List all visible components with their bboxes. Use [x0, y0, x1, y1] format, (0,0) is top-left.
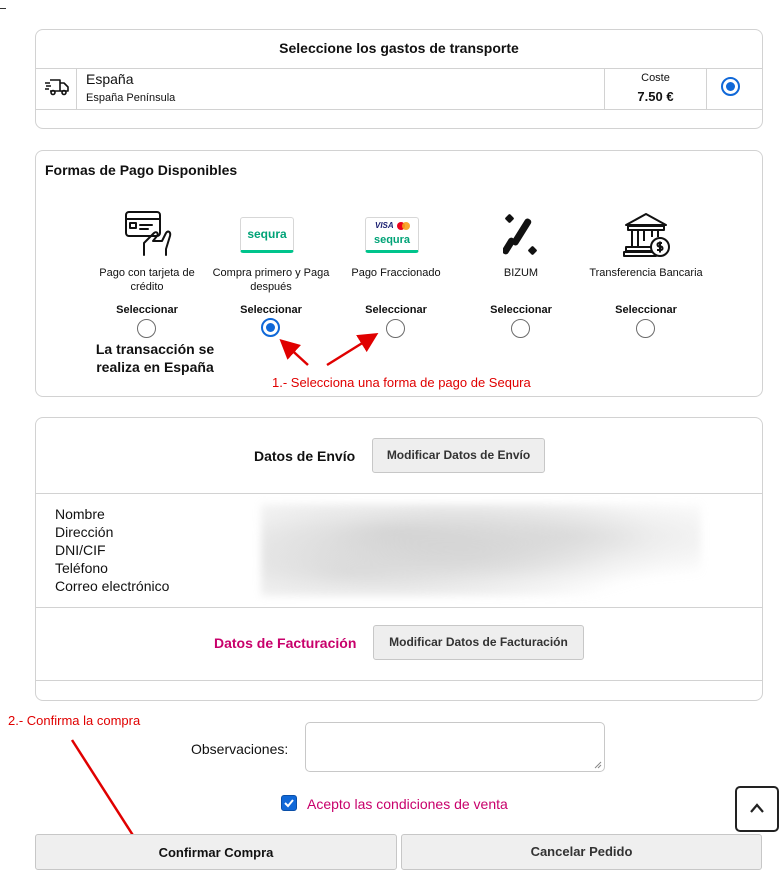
- resize-handle-icon: [594, 761, 602, 769]
- modify-shipping-data-button[interactable]: Modificar Datos de Envío: [372, 438, 545, 473]
- field-label: Correo electrónico: [55, 578, 170, 594]
- modify-billing-data-button[interactable]: Modificar Datos de Facturación: [373, 625, 584, 660]
- shipping-data-fields: Nombre Dirección DNI/CIF Teléfono Correo…: [55, 505, 169, 595]
- scroll-to-top-button[interactable]: [735, 786, 779, 832]
- billing-data-label: Datos de Facturación: [214, 635, 357, 651]
- annotation-select-sequra: 1.- Selecciona una forma de pago de Sequ…: [272, 375, 531, 390]
- accept-terms-label[interactable]: Acepto las condiciones de venta: [307, 796, 508, 812]
- chevron-up-icon: [750, 803, 764, 813]
- field-label: Dirección: [55, 524, 114, 540]
- checkmark-icon: [284, 799, 294, 808]
- confirm-purchase-button[interactable]: Confirmar Compra: [35, 834, 397, 870]
- observations-label: Observaciones:: [191, 741, 289, 757]
- field-label: DNI/CIF: [55, 542, 106, 558]
- field-label: Teléfono: [55, 560, 108, 576]
- cancel-order-button[interactable]: Cancelar Pedido: [401, 834, 762, 870]
- redacted-customer-details: [261, 504, 701, 596]
- accept-terms-checkbox[interactable]: [281, 795, 297, 811]
- observations-textarea[interactable]: [305, 722, 605, 772]
- annotation-confirm-purchase: 2.- Confirma la compra: [8, 713, 141, 728]
- shipping-data-label: Datos de Envío: [254, 448, 356, 464]
- field-label: Nombre: [55, 506, 105, 522]
- customer-data-panel: Datos de Envío Modificar Datos de Envío …: [35, 417, 763, 701]
